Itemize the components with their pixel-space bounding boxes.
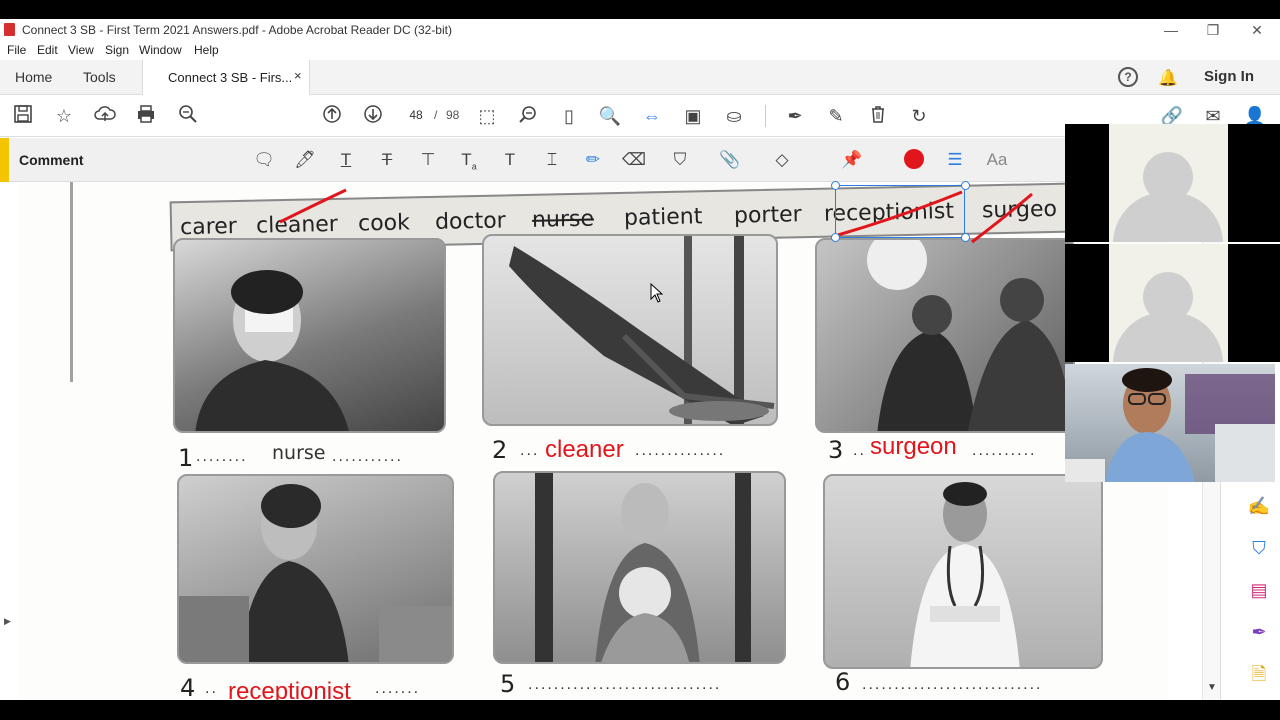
zoom-search-icon[interactable]: [176, 104, 200, 128]
ink-strike-surgeon: [971, 192, 1033, 244]
line-weight-icon[interactable]: ☰: [943, 148, 967, 172]
tab-bar: Home Tools Connect 3 SB - Firs... × ? 🔔 …: [0, 60, 1280, 96]
video-tile-student[interactable]: [1065, 364, 1275, 482]
next-page-icon[interactable]: [361, 104, 385, 128]
right-tools-panel: ✍ ⛉ ▤ ✒ 🗎: [1220, 480, 1280, 700]
color-picker-red[interactable]: [904, 149, 924, 169]
image-export-icon[interactable]: ▣: [681, 104, 705, 128]
screen-bottom-border: [0, 700, 1280, 720]
underline-text-icon[interactable]: T: [334, 148, 358, 172]
comment-accent-bar: [0, 138, 9, 182]
screen-top-border: [0, 0, 1280, 19]
text-box-icon[interactable]: ⌶: [540, 148, 564, 172]
ink-annotations: [279, 188, 1033, 244]
menu-sign[interactable]: Sign: [105, 43, 129, 57]
avatar-body: [1113, 312, 1223, 362]
page-total: 98: [446, 108, 460, 122]
menu-view[interactable]: View: [68, 43, 94, 57]
insert-text-icon[interactable]: Ta: [457, 148, 481, 172]
fill-sign-tool-icon[interactable]: ✍: [1247, 494, 1271, 518]
upload-cloud-icon[interactable]: [93, 104, 117, 128]
edit-sign-icon[interactable]: ✒: [1247, 620, 1271, 644]
tab-document-label: Connect 3 SB - Firs...: [168, 70, 293, 85]
sign-in-button[interactable]: Sign In: [1204, 68, 1254, 85]
menu-window[interactable]: Window: [139, 43, 182, 57]
document-viewport[interactable]: ▶ carer cleaner cook doctor nurse patien…: [0, 182, 1202, 700]
select-tool-icon[interactable]: ⬚: [475, 104, 499, 128]
shapes-icon[interactable]: ◇: [770, 148, 794, 172]
selection-box[interactable]: [835, 185, 965, 238]
window-title: Connect 3 SB - First Term 2021 Answers.p…: [22, 23, 452, 37]
resize-handle[interactable]: [961, 181, 970, 190]
add-text-icon[interactable]: T: [498, 148, 522, 172]
zoom-out-icon[interactable]: [516, 104, 540, 128]
highlight-icon[interactable]: 🖊: [293, 148, 317, 172]
ink-strike-cleaner: [279, 188, 347, 224]
protect-shield-icon[interactable]: ⛉: [1247, 536, 1271, 560]
replace-text-icon[interactable]: ⊤: [416, 148, 440, 172]
resize-handle[interactable]: [831, 181, 840, 190]
tab-home[interactable]: Home: [15, 69, 52, 85]
export-pdf-icon[interactable]: ▤: [1247, 578, 1271, 602]
restore-button[interactable]: ❐: [1198, 21, 1228, 39]
previous-page-icon[interactable]: [320, 104, 344, 128]
video-tile-participant-1[interactable]: [1065, 124, 1280, 242]
save-icon[interactable]: [11, 104, 35, 128]
edit-pdf-icon[interactable]: ✎: [824, 104, 848, 128]
comment-toolbar-title: Comment: [19, 152, 84, 168]
eraser-icon[interactable]: ⌫: [622, 148, 646, 172]
strikethrough-text-icon[interactable]: T: [375, 148, 399, 172]
help-icon[interactable]: ?: [1118, 67, 1138, 87]
menu-edit[interactable]: Edit: [37, 43, 58, 57]
notification-bell-icon[interactable]: 🔔: [1158, 68, 1178, 88]
title-bar: Connect 3 SB - First Term 2021 Answers.p…: [0, 19, 1280, 41]
video-tile-participant-2[interactable]: [1065, 244, 1280, 362]
student-webcam-feed: [1065, 368, 1275, 482]
fit-page-icon[interactable]: ▯: [557, 104, 581, 128]
comment-tool-icon[interactable]: 🗎: [1247, 662, 1271, 686]
video-placeholder: [1109, 124, 1228, 242]
search-document-icon[interactable]: 🔍: [598, 104, 622, 128]
resize-handle[interactable]: [831, 233, 840, 242]
menu-bar: File Edit View Sign Window Help: [0, 41, 1280, 60]
close-window-button[interactable]: ✕: [1242, 21, 1272, 39]
page-separator: /: [434, 108, 438, 122]
rotate-icon[interactable]: ↻: [907, 104, 931, 128]
attach-file-icon[interactable]: 📎: [718, 148, 742, 172]
menu-help[interactable]: Help: [194, 43, 219, 57]
fill-sign-icon[interactable]: ✒: [783, 104, 807, 128]
pin-icon[interactable]: 📌: [840, 148, 864, 172]
sticky-note-icon[interactable]: 🗨: [252, 148, 276, 172]
scroll-down-arrow-icon[interactable]: ▼: [1207, 682, 1217, 693]
toolbar-divider: [765, 105, 766, 127]
stamp-icon[interactable]: ⛀: [722, 104, 746, 128]
acrobat-window: Connect 3 SB - First Term 2021 Answers.p…: [0, 0, 1280, 720]
resize-handle[interactable]: [961, 233, 970, 242]
video-placeholder: [1109, 244, 1228, 362]
delete-icon[interactable]: [866, 104, 890, 128]
tab-tools[interactable]: Tools: [83, 69, 116, 85]
tab-document[interactable]: Connect 3 SB - Firs... ×: [142, 60, 310, 96]
bookmark-star-icon[interactable]: ☆: [52, 104, 76, 128]
stamp-tool-icon[interactable]: ⛉: [668, 148, 692, 172]
print-icon[interactable]: [134, 104, 158, 128]
mouse-cursor-icon: [650, 283, 664, 303]
pdf-app-icon: [4, 23, 15, 36]
menu-file[interactable]: File: [7, 43, 26, 57]
page-number-input[interactable]: 48: [400, 104, 432, 126]
draw-pencil-icon[interactable]: ✏: [581, 148, 605, 172]
minimize-button[interactable]: —: [1156, 21, 1186, 39]
close-tab-icon[interactable]: ×: [294, 68, 302, 83]
font-size-icon[interactable]: Aa: [985, 148, 1009, 172]
avatar-body: [1113, 192, 1223, 242]
fit-width-icon[interactable]: ⇔: [640, 104, 664, 128]
